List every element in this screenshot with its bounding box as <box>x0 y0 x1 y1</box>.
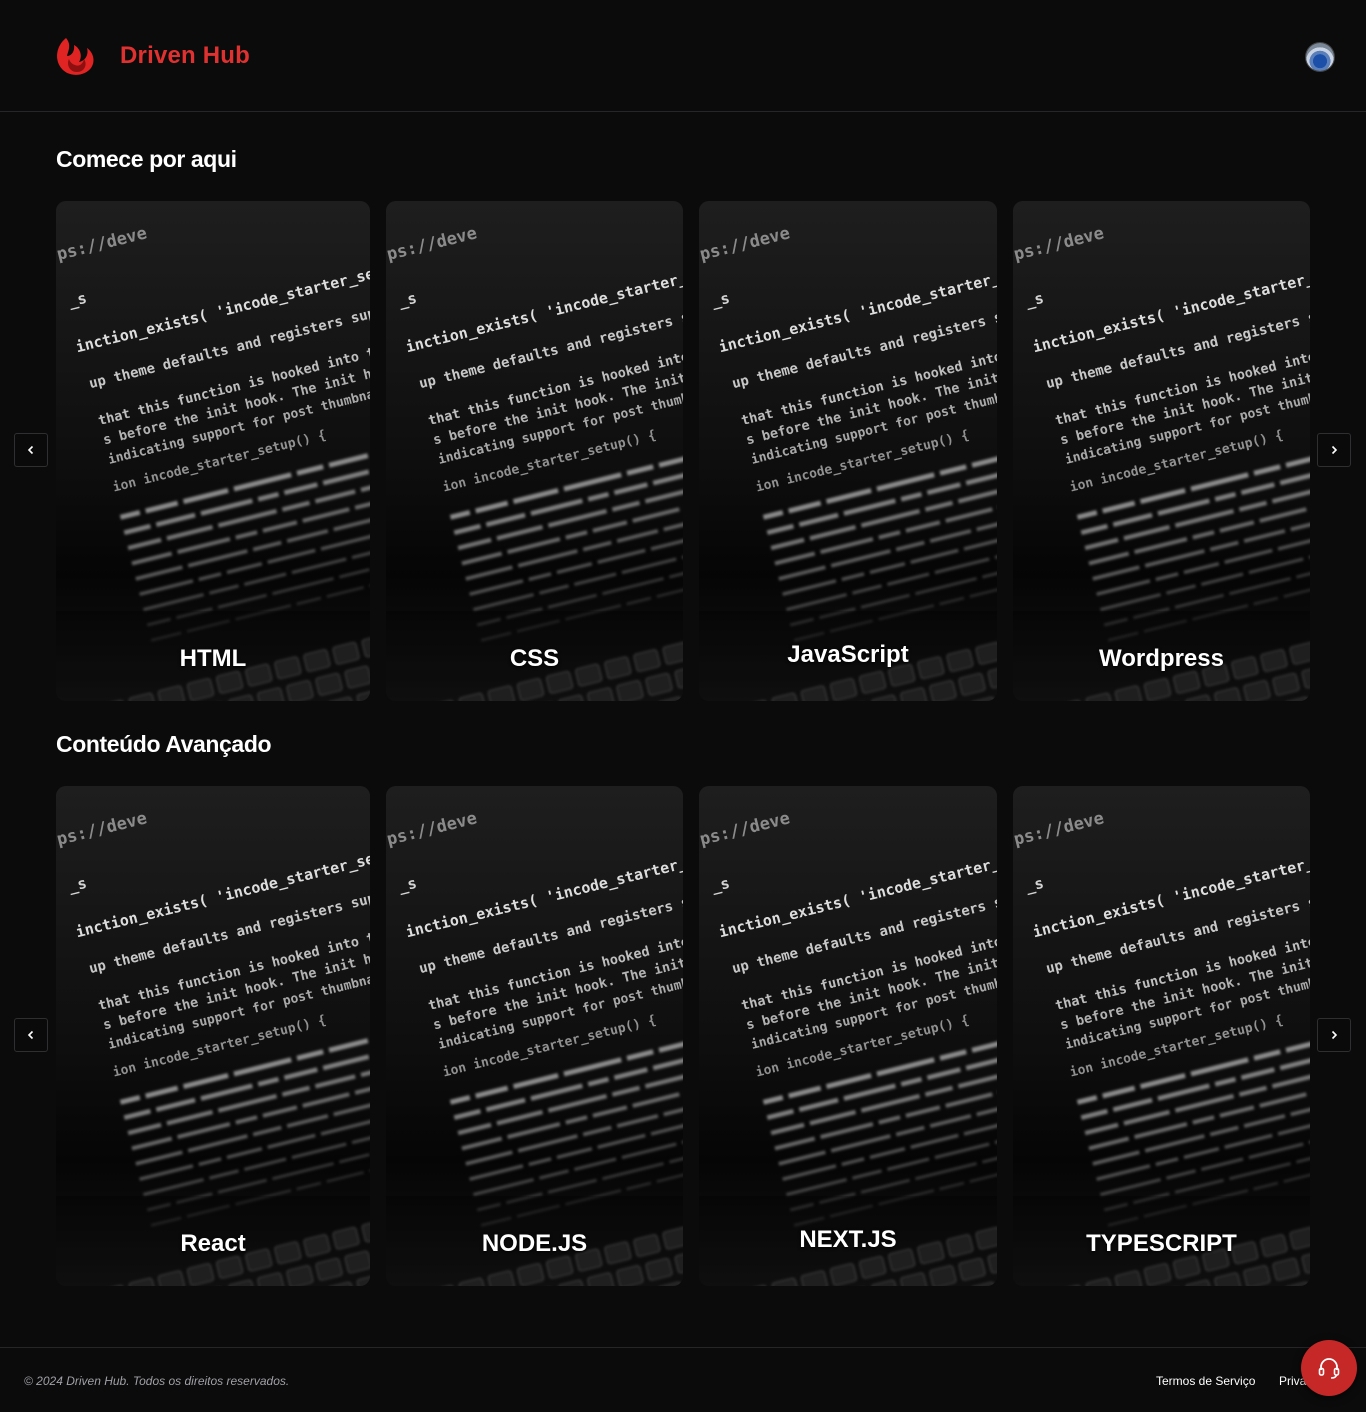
code-screen-image: ps://deve_sinction_exists( 'incode_start… <box>1013 201 1310 701</box>
code-screen-image: ps://deve_sinction_exists( 'incode_start… <box>56 201 370 701</box>
headset-icon <box>1318 1358 1340 1379</box>
header: Driven Hub <box>0 0 1366 112</box>
support-chat-button[interactable] <box>1301 1340 1357 1396</box>
course-card[interactable]: ps://deve _s inction_exists( 'incode_start… <box>1013 786 1310 1286</box>
course-card[interactable]: ps://deve _s inction_exists( 'incode_start… <box>1013 201 1310 701</box>
carousel-next-button[interactable] <box>1317 1018 1351 1052</box>
course-card[interactable]: ps://deve _s inction_exists( 'incode_start… <box>386 201 683 701</box>
course-card-label: Wordpress <box>1099 645 1224 672</box>
terms-link[interactable]: Termos de Serviço <box>1156 1374 1255 1388</box>
course-card-label: CSS <box>509 645 560 672</box>
carousel-next-button[interactable] <box>1317 433 1351 467</box>
course-card-label: NEXT.JS <box>799 1226 897 1253</box>
brand-name[interactable]: Driven Hub <box>120 42 250 70</box>
carousel-advanced: ps://deve _s inction_exists( 'incode_start… <box>0 786 1366 1286</box>
chevron-left-icon <box>27 1030 34 1040</box>
course-card-label: React <box>180 1230 246 1257</box>
section-title-advanced: Conteúdo Avançado <box>56 731 272 757</box>
carousel-start: ps://deve _s inction_exists( 'incode_start… <box>0 201 1366 701</box>
chevron-right-icon <box>1331 1030 1338 1040</box>
code-screen-image: ps://deve_sinction_exists( 'incode_start… <box>386 786 683 1286</box>
footer: © 2024 Driven Hub. Todos os direitos res… <box>0 1347 1366 1412</box>
section-title-start: Comece por aqui <box>56 146 237 172</box>
chevron-left-icon <box>27 445 34 455</box>
course-card-label: HTML <box>179 645 247 672</box>
course-card-label: TYPESCRIPT <box>1086 1230 1237 1257</box>
copyright-text: © 2024 Driven Hub. Todos os direitos res… <box>24 1374 290 1388</box>
user-avatar[interactable] <box>1306 43 1334 71</box>
code-screen-image: ps://deve_sinction_exists( 'incode_start… <box>1013 786 1310 1286</box>
course-card-label: JavaScript <box>787 641 909 668</box>
code-screen-image: ps://deve_sinction_exists( 'incode_start… <box>699 201 997 701</box>
code-screen-image: ps://deve_sinction_exists( 'incode_start… <box>56 786 370 1286</box>
course-card[interactable]: ps://deve _s inction_exists( 'incode_start… <box>56 201 370 701</box>
code-screen-image: ps://deve_sinction_exists( 'incode_start… <box>386 201 683 701</box>
carousel-prev-button[interactable] <box>14 1018 48 1052</box>
course-card-label: NODE.JS <box>481 1230 588 1257</box>
code-screen-image: ps://deve_sinction_exists( 'incode_start… <box>699 786 997 1286</box>
course-card[interactable]: ps://deve _s inction_exists( 'incode_start… <box>699 201 997 701</box>
flame-logo-icon[interactable] <box>52 32 96 78</box>
chevron-right-icon <box>1331 445 1338 455</box>
course-card[interactable]: ps://deve _s inction_exists( 'incode_start… <box>56 786 370 1286</box>
course-card[interactable]: ps://deve _s inction_exists( 'incode_start… <box>386 786 683 1286</box>
carousel-prev-button[interactable] <box>14 433 48 467</box>
course-card[interactable]: ps://deve _s inction_exists( 'incode_start… <box>699 786 997 1286</box>
